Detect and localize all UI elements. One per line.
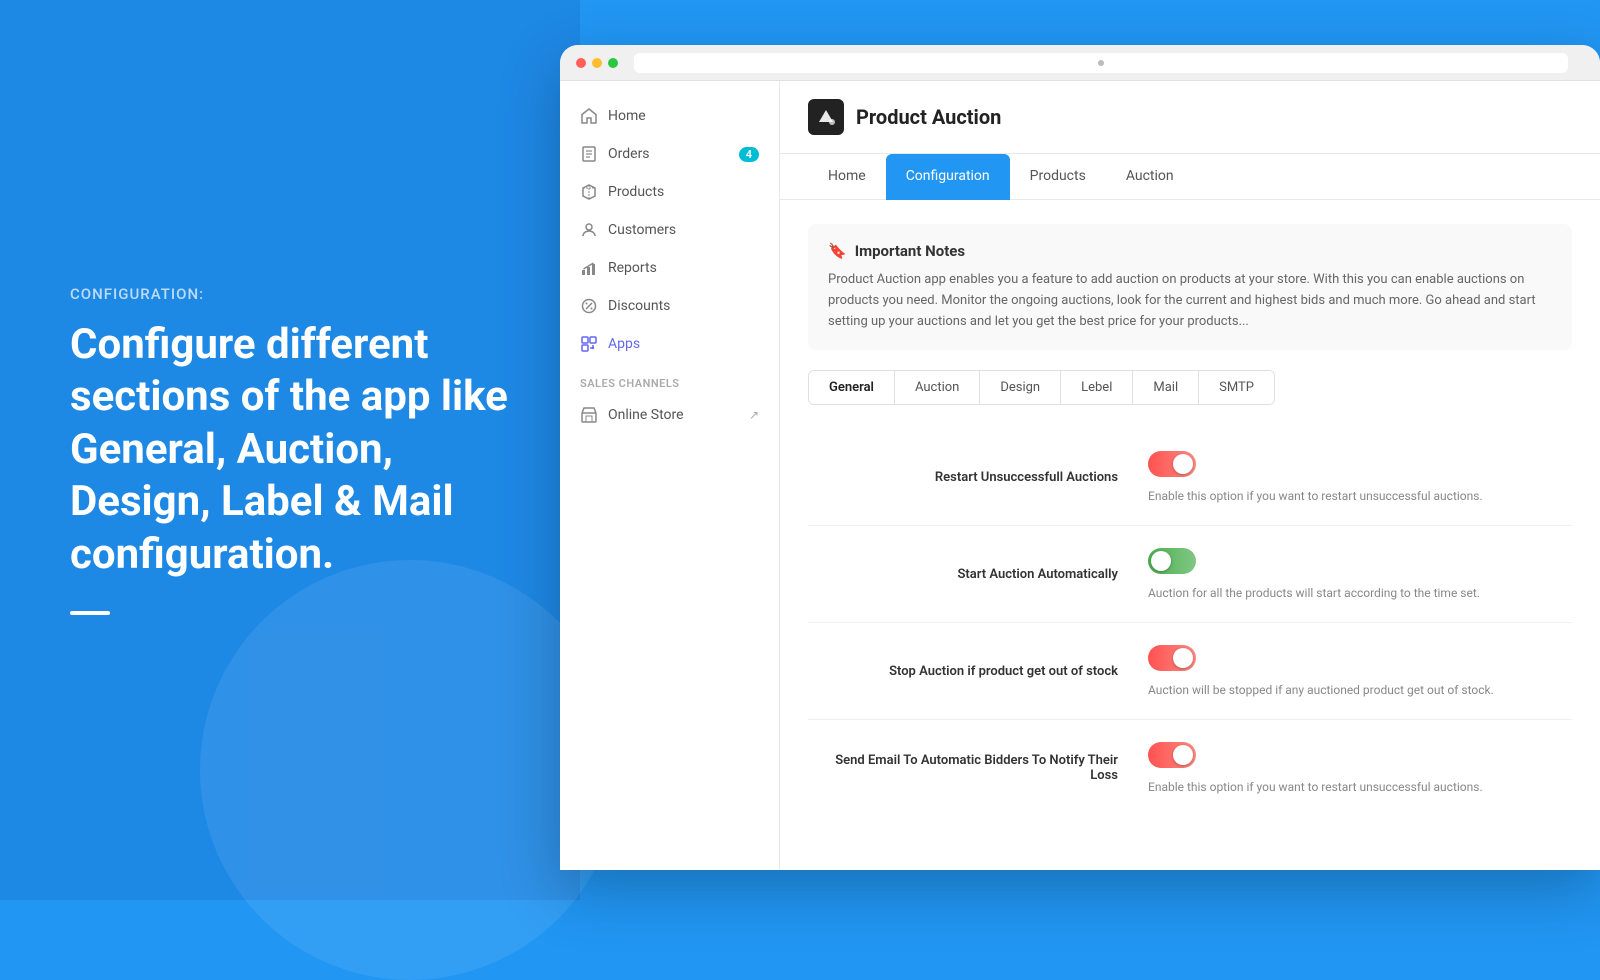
reports-icon [580, 259, 598, 277]
sub-tab-mail[interactable]: Mail [1133, 371, 1199, 404]
toggle-restart[interactable] [1148, 451, 1196, 477]
browser-dots [576, 58, 618, 68]
config-heading: Configure different sections of the app … [70, 319, 510, 582]
sub-tab-lebel[interactable]: Lebel [1061, 371, 1133, 404]
sidebar-item-home[interactable]: Home [560, 97, 779, 135]
toggle-track-stop-stock[interactable] [1148, 645, 1196, 671]
sidebar-label-discounts: Discounts [608, 298, 670, 314]
apps-icon [580, 335, 598, 353]
browser-url-bar [634, 53, 1568, 73]
tab-products[interactable]: Products [1010, 154, 1106, 200]
sidebar-item-customers[interactable]: Customers [560, 211, 779, 249]
url-dot [1098, 60, 1104, 66]
toggle-stop-stock[interactable] [1148, 645, 1196, 671]
toggle-track-send-email[interactable] [1148, 742, 1196, 768]
sidebar-label-products: Products [608, 184, 664, 200]
sub-tab-auction[interactable]: Auction [895, 371, 980, 404]
customers-icon [580, 221, 598, 239]
setting-control-restart: Enable this option if you want to restar… [1148, 451, 1572, 503]
config-label: CONFIGURATION: [70, 285, 510, 303]
setting-label-send-email: Send Email To Automatic Bidders To Notif… [808, 753, 1148, 783]
sidebar-item-online-store[interactable]: Online Store ↗ [560, 396, 779, 434]
setting-control-start-auto: Auction for all the products will start … [1148, 548, 1572, 600]
browser-area: Home Orders 4 [560, 45, 1600, 870]
toggle-send-email[interactable] [1148, 742, 1196, 768]
setting-stop-out-of-stock: Stop Auction if product get out of stock [808, 623, 1572, 720]
main-content: Product Auction Home Configuration Produ… [780, 81, 1600, 870]
toggle-start-auto[interactable] [1148, 548, 1196, 574]
products-icon [580, 183, 598, 201]
toggle-track-start-auto[interactable] [1148, 548, 1196, 574]
tab-bar: Home Configuration Products Auction [780, 154, 1600, 200]
important-notes-text: Product Auction app enables you a featur… [828, 270, 1552, 332]
tab-home[interactable]: Home [808, 154, 886, 200]
dot-red [576, 58, 586, 68]
setting-control-send-email: Enable this option if you want to restar… [1148, 742, 1572, 794]
tab-auction[interactable]: Auction [1106, 154, 1194, 200]
toggle-container-start-auto: Auction for all the products will start … [1148, 548, 1572, 600]
sidebar-item-apps[interactable]: Apps [560, 325, 779, 363]
config-section: 🔖 Important Notes Product Auction app en… [780, 200, 1600, 840]
sidebar-label-orders: Orders [608, 146, 650, 162]
setting-start-automatically: Start Auction Automatically Auct [808, 526, 1572, 623]
dot-yellow [592, 58, 602, 68]
toggle-track-restart[interactable] [1148, 451, 1196, 477]
orders-icon [580, 145, 598, 163]
browser-content: Home Orders 4 [560, 81, 1600, 870]
store-icon [580, 406, 598, 424]
sidebar-label-reports: Reports [608, 260, 657, 276]
setting-control-stop-stock: Auction will be stopped if any auctioned… [1148, 645, 1572, 697]
setting-send-email: Send Email To Automatic Bidders To Notif… [808, 720, 1572, 816]
sidebar-label-online-store: Online Store [608, 407, 684, 423]
sub-tab-smtp[interactable]: SMTP [1199, 371, 1274, 404]
sidebar-item-discounts[interactable]: Discounts [560, 287, 779, 325]
sub-tab-bar: General Auction Design Lebel Mail SMTP [808, 370, 1275, 405]
tab-configuration[interactable]: Configuration [886, 154, 1010, 200]
app-icon [808, 99, 844, 135]
toggle-thumb-start-auto [1151, 551, 1171, 571]
bookmark-icon: 🔖 [828, 242, 847, 260]
toggle-thumb-send-email [1173, 745, 1193, 765]
sidebar-item-orders[interactable]: Orders 4 [560, 135, 779, 173]
left-panel: CONFIGURATION: Configure different secti… [0, 0, 580, 900]
sidebar-label-apps: Apps [608, 336, 640, 352]
browser-topbar [560, 45, 1600, 81]
settings-list: Restart Unsuccessfull Auctions E [808, 429, 1572, 816]
setting-label-start-auto: Start Auction Automatically [808, 567, 1148, 582]
toggle-container-send-email: Enable this option if you want to restar… [1148, 742, 1572, 794]
external-link-icon: ↗ [749, 408, 759, 422]
config-divider [70, 611, 110, 615]
browser-window: Home Orders 4 [560, 45, 1600, 870]
important-notes-title: 🔖 Important Notes [828, 242, 1552, 260]
setting-restart-unsuccessful: Restart Unsuccessfull Auctions E [808, 429, 1572, 526]
sub-tab-general[interactable]: General [809, 371, 895, 404]
app-header: Product Auction [780, 81, 1600, 154]
app-title: Product Auction [856, 105, 1001, 129]
toggle-container-restart: Enable this option if you want to restar… [1148, 451, 1572, 503]
orders-badge: 4 [739, 147, 759, 162]
home-icon [580, 107, 598, 125]
important-notes-box: 🔖 Important Notes Product Auction app en… [808, 224, 1572, 350]
sidebar-item-products[interactable]: Products [560, 173, 779, 211]
setting-label-restart: Restart Unsuccessfull Auctions [808, 470, 1148, 485]
toggle-container-stop-stock: Auction will be stopped if any auctioned… [1148, 645, 1572, 697]
setting-label-stop-stock: Stop Auction if product get out of stock [808, 664, 1148, 679]
sidebar-label-home: Home [608, 108, 646, 124]
sub-tab-design[interactable]: Design [980, 371, 1061, 404]
sidebar-label-customers: Customers [608, 222, 676, 238]
dot-green [608, 58, 618, 68]
toggle-thumb-restart [1173, 454, 1193, 474]
discounts-icon [580, 297, 598, 315]
toggle-thumb-stop-stock [1173, 648, 1193, 668]
sidebar-item-reports[interactable]: Reports [560, 249, 779, 287]
sidebar: Home Orders 4 [560, 81, 780, 870]
sales-channels-label: SALES CHANNELS [560, 363, 779, 396]
